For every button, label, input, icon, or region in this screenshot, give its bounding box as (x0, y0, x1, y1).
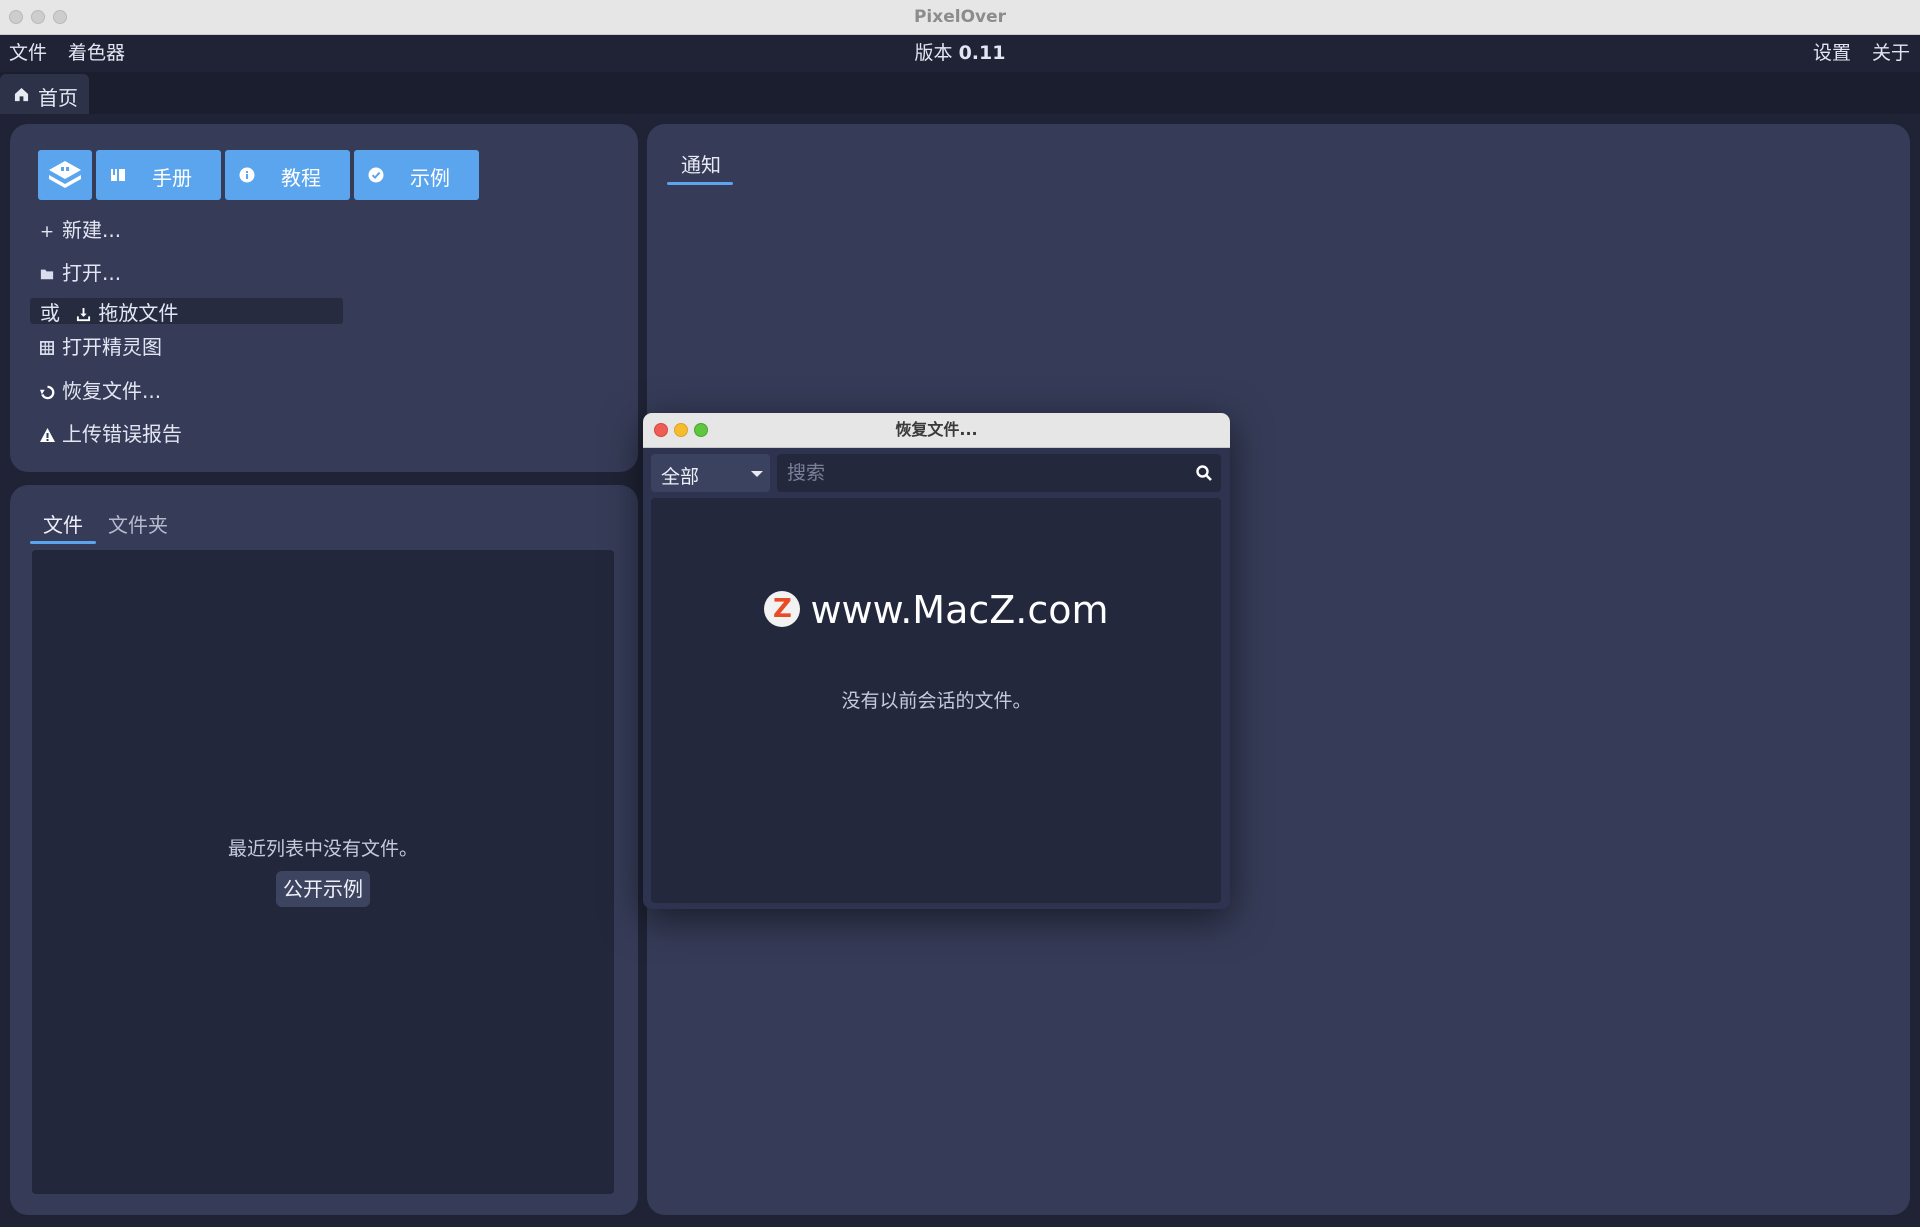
home-icon (14, 87, 29, 102)
tutorial-button-label: 教程 (281, 166, 321, 190)
examples-button-label: 示例 (410, 166, 450, 190)
manual-button[interactable]: 手册 (96, 150, 221, 200)
plus-icon: + (39, 222, 55, 242)
menu-about[interactable]: 关于 (1872, 35, 1910, 72)
filter-dropdown-value: 全部 (661, 466, 700, 488)
examples-button[interactable]: 示例 (354, 150, 479, 200)
recover-empty-message: 没有以前会话的文件。 (841, 690, 1032, 712)
logo-button[interactable] (38, 150, 92, 200)
new-file-item[interactable]: + 新建... (38, 215, 121, 245)
or-label: 或 (40, 301, 60, 325)
search-field[interactable] (777, 454, 1221, 492)
tab-strip (0, 72, 1920, 114)
tab-files-underline (30, 541, 96, 544)
grid-icon (38, 334, 56, 364)
menu-shader[interactable]: 着色器 (68, 35, 125, 72)
menubar: 版本 0.11 文件 着色器 设置 关于 (0, 35, 1920, 72)
drop-files-label: 拖放文件 (98, 301, 179, 325)
recover-files-label: 恢复文件... (62, 379, 162, 403)
open-file-item[interactable]: 打开... (38, 258, 121, 288)
dialog-title: 恢复文件... (895, 420, 978, 439)
tab-notifications-underline (667, 182, 733, 185)
upload-error-report-item[interactable]: 上传错误报告 (38, 419, 182, 449)
folder-icon (38, 260, 56, 290)
restore-icon (38, 378, 56, 408)
search-icon[interactable] (1195, 464, 1213, 482)
tab-notifications[interactable]: 通知 (681, 150, 721, 180)
watermark: Zwww.MacZ.com (643, 588, 1230, 632)
recent-files-empty-message: 最近列表中没有文件。 (227, 838, 418, 860)
menu-file[interactable]: 文件 (9, 35, 47, 72)
manual-button-label: 手册 (152, 166, 192, 190)
z-logo-icon: Z (764, 590, 801, 627)
version-text: 版本 (914, 42, 953, 64)
watermark-text: www.MacZ.com (810, 588, 1109, 632)
info-icon (239, 167, 255, 183)
version-label: 版本 0.11 (0, 35, 1920, 72)
tab-home-label: 首页 (38, 86, 78, 110)
tab-folders[interactable]: 文件夹 (108, 510, 168, 540)
upload-error-report-label: 上传错误报告 (62, 422, 182, 446)
open-spritesheet-label: 打开精灵图 (62, 335, 162, 359)
chevron-down-icon (751, 471, 763, 477)
drop-files-row: 或 拖放文件 (40, 298, 178, 328)
version-number: 0.11 (958, 42, 1006, 64)
filter-dropdown[interactable]: 全部 (651, 454, 770, 492)
warning-icon (38, 421, 56, 451)
recover-files-dialog: 恢复文件... 全部 Zwww.MacZ.com 没有以前会话的文件。 (643, 413, 1230, 909)
tutorial-button[interactable]: 教程 (225, 150, 350, 200)
window-title: PixelOver (913, 7, 1007, 27)
open-examples-button[interactable]: 公开示例 (276, 871, 370, 907)
recover-files-item[interactable]: 恢复文件... (38, 376, 161, 406)
search-input[interactable] (777, 454, 1187, 492)
new-file-label: 新建... (62, 218, 122, 242)
open-spritesheet-item[interactable]: 打开精灵图 (38, 332, 162, 362)
check-circle-icon (368, 167, 384, 183)
download-icon (74, 300, 92, 330)
book-icon (111, 169, 125, 181)
open-file-label: 打开... (62, 261, 122, 285)
tab-files[interactable]: 文件 (43, 510, 83, 540)
menu-settings[interactable]: 设置 (1813, 35, 1851, 72)
pixelover-logo-icon (49, 161, 81, 188)
tab-home[interactable]: 首页 (0, 74, 89, 114)
